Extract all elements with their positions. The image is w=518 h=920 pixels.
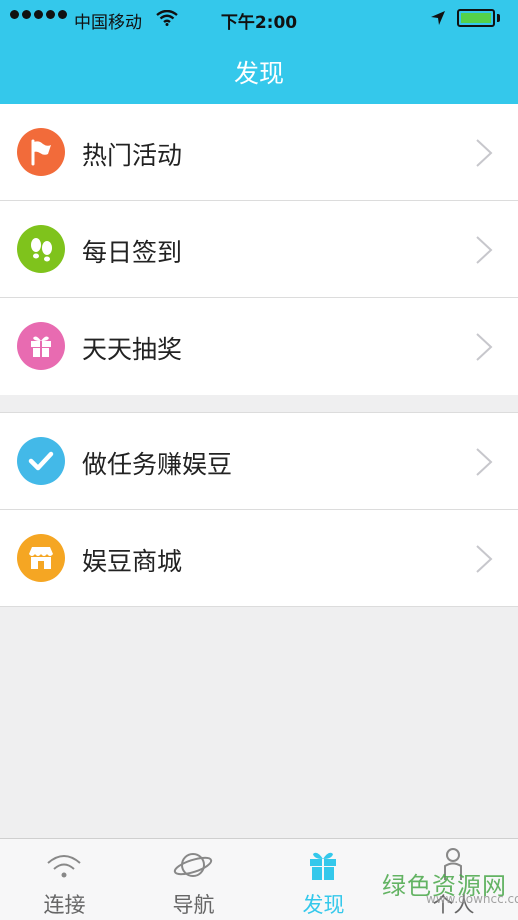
tab-label: 导航 <box>172 893 215 917</box>
menu-item-beans-mall[interactable]: 娱豆商城 <box>0 510 518 607</box>
watermark-url: www.downcc.com <box>426 892 518 906</box>
menu-item-tasks-earn-beans[interactable]: 做任务赚娱豆 <box>0 413 518 510</box>
footprints-icon <box>17 225 65 273</box>
menu-item-label: 热门活动 <box>82 141 183 170</box>
battery-icon <box>457 9 495 27</box>
menu-item-label: 做任务赚娱豆 <box>82 450 233 479</box>
flag-icon <box>17 128 65 176</box>
gift-icon <box>310 852 336 880</box>
menu-item-label: 天天抽奖 <box>82 335 183 364</box>
location-arrow-icon <box>431 11 445 25</box>
tab-discover[interactable]: 发现 <box>259 839 388 920</box>
menu-group-rewards: 做任务赚娱豆 娱豆商城 <box>0 412 518 607</box>
tab-connect[interactable]: 连接 <box>0 839 129 920</box>
menu-item-label: 每日签到 <box>82 238 183 267</box>
chevron-right-icon <box>476 333 493 361</box>
menu-item-hot-activities[interactable]: 热门活动 <box>0 104 518 201</box>
chevron-right-icon <box>476 236 493 264</box>
tab-navigation[interactable]: 导航 <box>129 839 258 920</box>
tab-label: 发现 <box>302 893 345 917</box>
chevron-right-icon <box>476 448 493 476</box>
chevron-right-icon <box>476 545 493 573</box>
menu-item-daily-checkin[interactable]: 每日签到 <box>0 201 518 298</box>
checkmark-icon <box>17 437 65 485</box>
status-bar: 中国移动 下午2:00 <box>0 0 518 38</box>
chevron-right-icon <box>476 139 493 167</box>
battery-tip <box>497 14 500 22</box>
gift-icon <box>17 322 65 370</box>
menu-group-activities: 热门活动 每日签到 天天抽奖 <box>0 104 518 395</box>
battery-fill <box>461 13 491 23</box>
menu-item-label: 娱豆商城 <box>82 547 183 576</box>
wifi-icon <box>47 855 81 878</box>
planet-icon <box>173 853 213 877</box>
page-title: 发现 <box>233 59 284 88</box>
menu-item-daily-lottery[interactable]: 天天抽奖 <box>0 298 518 395</box>
tab-label: 连接 <box>43 893 86 917</box>
shop-icon <box>17 534 65 582</box>
header: 中国移动 下午2:00 发现 <box>0 0 518 104</box>
